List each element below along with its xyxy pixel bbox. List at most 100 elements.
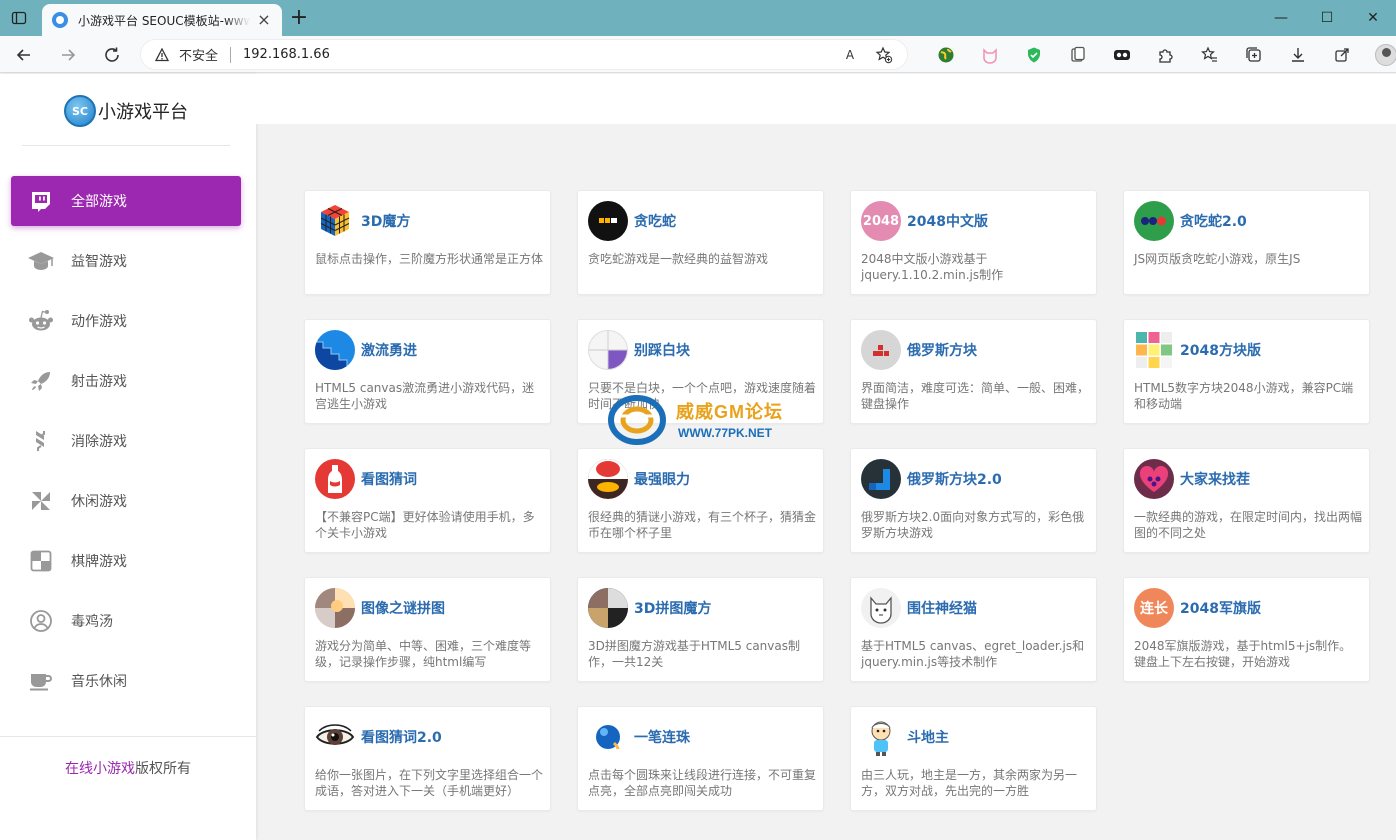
- eye-icon: [315, 717, 355, 757]
- game-card[interactable]: 围住神经猫 基于HTML5 canvas、egret_loader.js和jqu…: [850, 577, 1097, 682]
- globe-extension-icon[interactable]: [924, 42, 968, 68]
- game-card[interactable]: 3D拼图魔方 3D拼图魔方游戏基于HTML5 canvas制作，一共12关: [577, 577, 824, 682]
- rubiks-cube-icon: [315, 201, 355, 241]
- browser-tab[interactable]: 小游戏平台 SEOUC模板站-www.seouc.com ×: [42, 4, 282, 36]
- maze-stairs-icon: [315, 330, 355, 370]
- puzzle-extension-icon[interactable]: [1144, 42, 1188, 68]
- game-card[interactable]: 大家来找茬 一款经典的游戏，在限定时间内，找出两幅图的不同之处: [1123, 448, 1370, 553]
- game-card[interactable]: 贪吃蛇 贪吃蛇游戏是一款经典的益智游戏: [577, 190, 824, 295]
- shield-extension-icon[interactable]: [1012, 42, 1056, 68]
- security-label: 不安全: [179, 49, 219, 64]
- game-title[interactable]: 最强眼力: [634, 469, 690, 489]
- game-title[interactable]: 看图猜词2.0: [361, 727, 442, 747]
- menu-item-all-games[interactable]: 全部游戏: [11, 176, 241, 226]
- url-text[interactable]: 192.168.1.66: [243, 47, 330, 62]
- game-card[interactable]: 最强眼力 很经典的猜谜小游戏，有三个杯子，猜猜金币在哪个杯子里: [577, 448, 824, 553]
- game-description: 俄罗斯方块2.0面向对象方式写的，彩色俄罗斯方块游戏: [861, 510, 1085, 540]
- game-title[interactable]: 贪吃蛇2.0: [1180, 211, 1247, 231]
- menu-item-elimination-games[interactable]: 消除游戏: [11, 416, 241, 466]
- game-card[interactable]: 2048 2048中文版 2048中文版小游戏基于jquery.1.10.2.m…: [850, 190, 1097, 295]
- game-title[interactable]: 2048方块版: [1180, 340, 1261, 360]
- game-card[interactable]: 看图猜词 【不兼容PC端】更好体验请使用手机，多个关卡小游戏: [304, 448, 551, 553]
- game-title[interactable]: 大家来找茬: [1180, 469, 1250, 489]
- footer-link[interactable]: 在线小游戏: [65, 761, 135, 777]
- game-title[interactable]: 2048中文版: [907, 211, 988, 231]
- game-title[interactable]: 别踩白块: [634, 340, 690, 360]
- game-card[interactable]: 激流勇进 HTML5 canvas激流勇进小游戏代码，迷宫逃生小游戏: [304, 319, 551, 424]
- game-card[interactable]: 图像之谜拼图 游戏分为简单、中等、困难，三个难度等级，记录操作步骤，纯html编…: [304, 577, 551, 682]
- user-circle-icon: [27, 607, 55, 635]
- forward-icon[interactable]: [55, 42, 81, 68]
- tab-collections-icon[interactable]: [1232, 42, 1276, 68]
- game-card[interactable]: 别踩白块 只要不是白块，一个个点吧，游戏速度随着时间不断加快: [577, 319, 824, 424]
- game-description: 基于HTML5 canvas、egret_loader.js和jquery.mi…: [861, 639, 1085, 669]
- game-title[interactable]: 一笔连珠: [634, 727, 690, 747]
- graduation-cap-icon: [27, 247, 55, 275]
- game-card[interactable]: 3D魔方 鼠标点击操作，三阶魔方形状通常是正方体: [304, 190, 551, 295]
- tetris-icon: [861, 330, 901, 370]
- address-bar[interactable]: 不安全 192.168.1.66 A: [140, 39, 908, 70]
- game-description: 给你一张图片，在下列文字里选择组合一个成语，答对进入下一关（手机端更好）: [315, 768, 544, 798]
- close-window-button[interactable]: ✕: [1350, 0, 1396, 36]
- game-title[interactable]: 看图猜词: [361, 469, 417, 489]
- favorites-icon[interactable]: [1188, 42, 1232, 68]
- game-card[interactable]: 俄罗斯方块2.0 俄罗斯方块2.0面向对象方式写的，彩色俄罗斯方块游戏: [850, 448, 1097, 553]
- game-title[interactable]: 贪吃蛇: [634, 211, 676, 231]
- game-card[interactable]: 一笔连珠 点击每个圆珠来让线段进行连接，不可重复点亮，全部点亮即闯关成功: [577, 706, 824, 811]
- game-card[interactable]: 斗地主 由三人玩，地主是一方，其余两家为另一方，双方对战，先出完的一方胜: [850, 706, 1097, 811]
- security-indicator[interactable]: 不安全: [155, 45, 218, 64]
- download-icon[interactable]: [1276, 42, 1320, 68]
- game-title[interactable]: 图像之谜拼图: [361, 598, 445, 618]
- game-card[interactable]: 俄罗斯方块 界面简洁，难度可选：简单、一般、困难，键盘操作: [850, 319, 1097, 424]
- snake-icon: [588, 201, 628, 241]
- browser-tab-strip: 小游戏平台 SEOUC模板站-www.seouc.com × + — ☐ ✕: [0, 0, 1396, 36]
- menu-label: 休闲游戏: [71, 494, 127, 510]
- game-description: 贪吃蛇游戏是一款经典的益智游戏: [588, 252, 769, 266]
- maximize-button[interactable]: ☐: [1304, 0, 1350, 36]
- game-title[interactable]: 斗地主: [907, 727, 949, 747]
- logo-badge-icon: SC: [64, 95, 96, 127]
- game-description: 【不兼容PC端】更好体验请使用手机，多个关卡小游戏: [315, 510, 535, 540]
- tab-close-icon[interactable]: ×: [256, 12, 272, 28]
- cat-extension-icon[interactable]: [968, 42, 1012, 68]
- game-card[interactable]: 连长 2048军旗版 2048军旗版游戏，基于html5+js制作。键盘上下左右…: [1123, 577, 1370, 682]
- game-card[interactable]: 贪吃蛇2.0 JS网页版贪吃蛇小游戏，原生JS: [1123, 190, 1370, 295]
- photo-puzzle-icon: [315, 588, 355, 628]
- game-card[interactable]: 看图猜词2.0 给你一张图片，在下列文字里选择组合一个成语，答对进入下一关（手机…: [304, 706, 551, 811]
- menu-item-puzzle-games[interactable]: 益智游戏: [11, 236, 241, 286]
- menu-item-music-leisure[interactable]: 音乐休闲: [11, 656, 241, 706]
- menu-item-chicken-soup[interactable]: 毒鸡汤: [11, 596, 241, 646]
- game-title[interactable]: 2048军旗版: [1180, 598, 1261, 618]
- menu-item-action-games[interactable]: 动作游戏: [11, 296, 241, 346]
- glasses-extension-icon[interactable]: [1100, 42, 1144, 68]
- new-tab-button[interactable]: +: [288, 7, 310, 30]
- game-title[interactable]: 俄罗斯方块: [907, 340, 977, 360]
- pinwheel-icon: [27, 487, 55, 515]
- read-aloud-icon[interactable]: A: [841, 46, 859, 64]
- sidebar: SC 小游戏平台 全部游戏 益智游戏 动作游戏 射击游戏 消除游戏 休闲游戏 棋…: [0, 74, 256, 840]
- menu-item-board-games[interactable]: 棋牌游戏: [11, 536, 241, 586]
- bead-icon: [588, 717, 628, 757]
- minimize-button[interactable]: —: [1258, 0, 1304, 36]
- game-card[interactable]: 2048方块版 HTML5数字方块2048小游戏，兼容PC端和移动端: [1123, 319, 1370, 424]
- collections-extension-icon[interactable]: [1056, 42, 1100, 68]
- game-title[interactable]: 围住神经猫: [907, 598, 977, 618]
- menu-item-casual-games[interactable]: 休闲游戏: [11, 476, 241, 526]
- add-favorite-icon[interactable]: [875, 46, 893, 64]
- game-title[interactable]: 俄罗斯方块2.0: [907, 469, 1002, 489]
- game-title[interactable]: 激流勇进: [361, 340, 417, 360]
- tab-actions-icon[interactable]: [10, 9, 28, 27]
- game-title[interactable]: 3D拼图魔方: [634, 598, 711, 618]
- back-icon[interactable]: [11, 42, 37, 68]
- menu-item-shooting-games[interactable]: 射击游戏: [11, 356, 241, 406]
- share-icon[interactable]: [1320, 42, 1364, 68]
- tab-title: 小游戏平台 SEOUC模板站-www.seouc.com: [78, 13, 250, 28]
- profile-avatar[interactable]: [1364, 42, 1396, 68]
- game-title[interactable]: 3D魔方: [361, 211, 410, 231]
- refresh-icon[interactable]: [99, 42, 125, 68]
- site-logo[interactable]: SC 小游戏平台: [64, 94, 188, 128]
- watermark-url: WWW.77PK.NET: [678, 426, 773, 440]
- tab-favicon-icon: [52, 12, 68, 28]
- coffee-cup-icon: [27, 667, 55, 695]
- logo-divider: [22, 145, 230, 146]
